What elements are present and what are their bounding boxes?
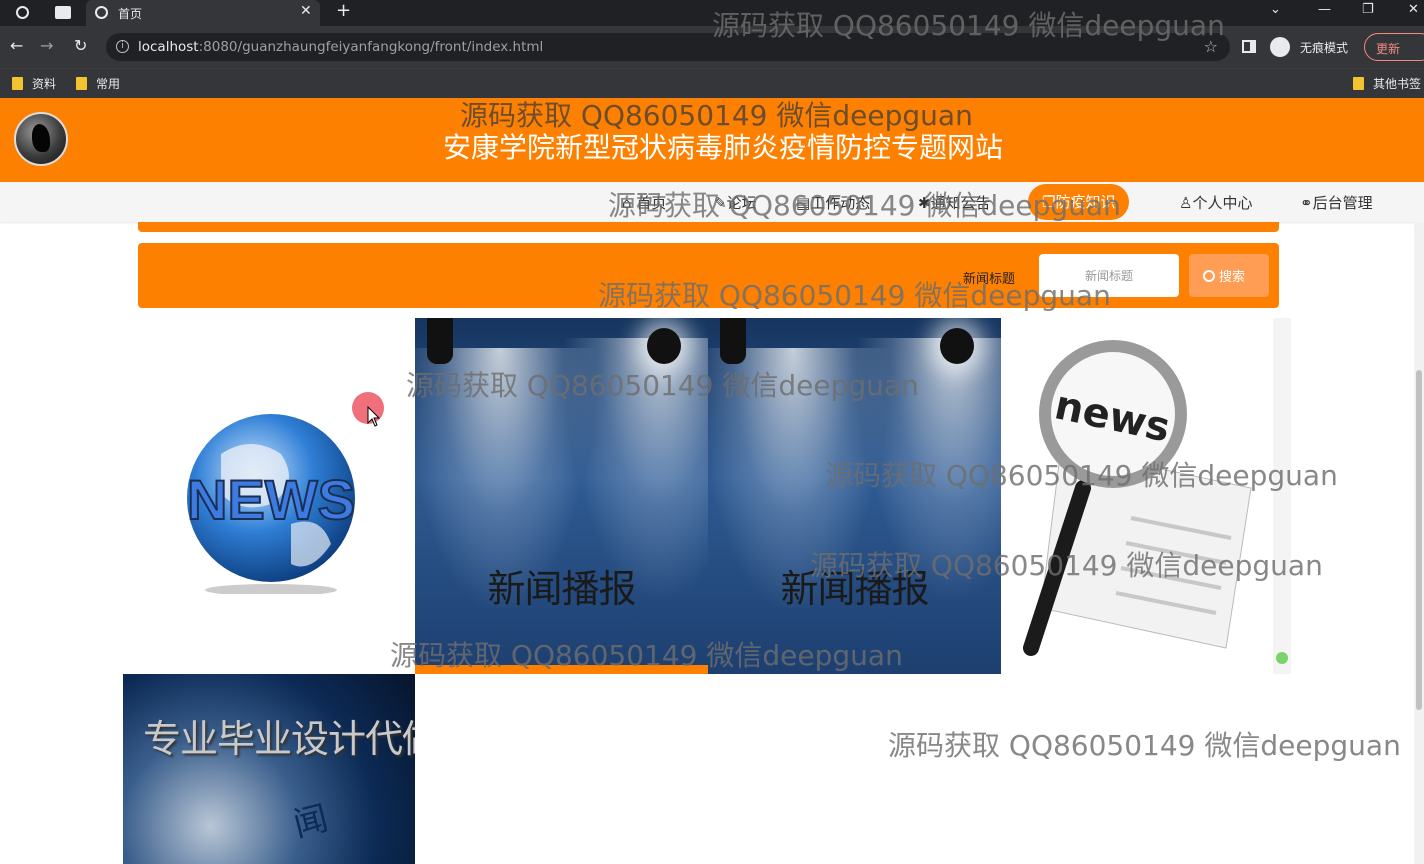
bookmark-folder-ziliao[interactable]: 资料 xyxy=(12,75,56,92)
forward-arrow-icon[interactable]: → xyxy=(40,36,53,55)
stage-light-icon xyxy=(720,318,746,364)
folder-icon xyxy=(1353,77,1364,90)
book-icon: ❐ xyxy=(1042,193,1056,211)
update-button[interactable]: 更新 xyxy=(1364,33,1424,61)
nav-forum[interactable]: ✎论坛 xyxy=(714,192,757,213)
nav-notices[interactable]: ✱通知公告 xyxy=(918,192,991,213)
address-bar[interactable]: i localhost:8080/guanzhaungfeiyanfangkon… xyxy=(106,33,1230,61)
close-icon[interactable]: ✕ xyxy=(300,3,312,19)
nav-knowledge[interactable]: ❐防疫知识 xyxy=(1028,184,1130,220)
news-title-input[interactable] xyxy=(1039,254,1179,297)
bookmarks-bar: 资料 常用 其他书签 xyxy=(0,68,1424,98)
incognito-label: 无痕模式 xyxy=(1300,41,1349,55)
user-icon: ♙ xyxy=(1179,194,1193,212)
spotlight-caption: 新闻播报 xyxy=(487,567,636,611)
news-magnifier-image[interactable]: news xyxy=(1001,318,1294,674)
forum-icon: ✎ xyxy=(714,194,727,212)
search-button-label: 搜索 xyxy=(1219,270,1246,285)
news-tv-image[interactable]: 专业毕业设计代做 闻 xyxy=(123,674,415,864)
folder-icon xyxy=(76,77,87,90)
url-text[interactable]: localhost:8080/guanzhaungfeiyanfangkong/… xyxy=(138,39,543,55)
home-icon: ⌂ xyxy=(622,194,632,212)
globe-news-text: NEWS xyxy=(187,468,355,531)
search-label: 新闻标题 xyxy=(963,272,1016,287)
spotlight-caption: 新闻播报 xyxy=(780,567,929,611)
scroll-thumb[interactable] xyxy=(1416,370,1422,710)
nav-admin[interactable]: ⚭后台管理 xyxy=(1300,192,1373,213)
banner-bottom-strip xyxy=(138,222,1279,232)
new-tab-icon[interactable]: + xyxy=(336,0,351,21)
back-arrow-icon[interactable]: ← xyxy=(10,36,23,55)
link-icon: ⚭ xyxy=(1300,194,1313,212)
tv-sub-text: 闻 xyxy=(289,798,333,846)
stage-light-icon xyxy=(940,328,974,364)
tab-list-chevron-icon[interactable]: ⌄ xyxy=(1270,2,1281,17)
tab-home[interactable]: 首页 ✕ xyxy=(86,0,320,26)
bookmark-folder-other[interactable]: 其他书签 xyxy=(1353,75,1421,92)
restore-icon[interactable]: ❐ xyxy=(1362,2,1374,17)
news-broadcast-image-1[interactable]: 新闻播报 xyxy=(415,318,708,674)
watermark: 源码获取 QQ86050149 微信deepguan xyxy=(888,729,1401,762)
globe-graphic: NEWS xyxy=(186,414,356,594)
tab-title: 首页 xyxy=(118,7,143,21)
bookmark-folder-changyong[interactable]: 常用 xyxy=(76,75,120,92)
stage-light-icon xyxy=(427,318,453,364)
minimize-icon[interactable]: — xyxy=(1318,2,1331,17)
news-globe-image[interactable]: NEWS xyxy=(123,318,416,674)
tv-banner-text: 专业毕业设计代做 xyxy=(143,717,415,761)
stage-light-icon xyxy=(647,328,681,364)
window-close-icon[interactable]: ✕ xyxy=(1408,2,1419,17)
browser-toolbar: ← → ↻ i localhost:8080/guanzhaungfeiyanf… xyxy=(0,26,1424,68)
site-title: 安康学院新型冠状病毒肺炎疫情防控专题网站 xyxy=(442,131,1003,164)
nav-user-center[interactable]: ♙个人中心 xyxy=(1179,192,1252,213)
browser-menu-globe-icon[interactable] xyxy=(16,6,29,19)
side-panel-icon[interactable] xyxy=(1242,40,1256,53)
main-nav: ⌂ 首页 ✎论坛 ▤工作动态 ✱通知公告 ❐防疫知识 ♙个人中心 ⚭后台管理 xyxy=(0,182,1424,222)
news-broadcast-image-2[interactable]: 新闻播报 xyxy=(708,318,1001,674)
browser-tab-strip: 首页 ✕ + ⌄ — ❐ ✕ xyxy=(0,0,1424,26)
bookmark-star-icon[interactable]: ☆ xyxy=(1204,37,1218,56)
search-button[interactable]: 搜索 xyxy=(1189,254,1269,297)
globe-icon xyxy=(95,6,108,19)
nav-home[interactable]: ⌂ 首页 xyxy=(622,192,666,213)
bell-icon: ✱ xyxy=(918,194,931,212)
magnifier-graphic: news xyxy=(1023,318,1291,674)
tab-search-icon[interactable] xyxy=(55,6,71,19)
search-icon xyxy=(1203,270,1215,282)
carousel-indicator xyxy=(415,665,708,674)
folder-icon xyxy=(12,77,23,90)
news-icon: ▤ xyxy=(796,194,811,212)
info-icon[interactable]: i xyxy=(116,40,129,53)
incognito-icon xyxy=(1270,37,1290,57)
mouse-cursor-icon xyxy=(367,406,381,427)
reload-icon[interactable]: ↻ xyxy=(74,36,87,55)
nav-work-news[interactable]: ▤工作动态 xyxy=(796,192,870,213)
